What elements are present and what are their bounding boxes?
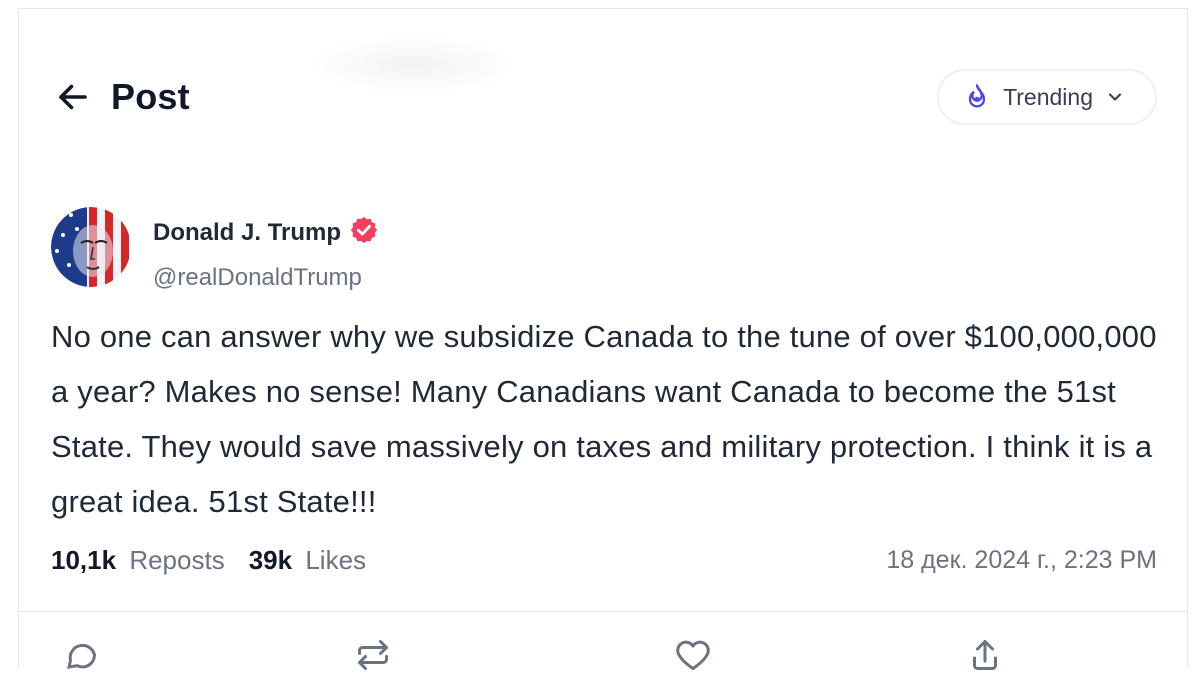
chevron-down-icon: [1105, 87, 1125, 107]
reposts-count: 10,1k: [51, 545, 117, 575]
post-header: Post Trending: [55, 67, 1157, 127]
reposts-label: Reposts: [129, 545, 225, 575]
page-title: Post: [111, 76, 190, 117]
display-name[interactable]: Donald J. Trump: [153, 219, 341, 247]
post-panel: Post Trending Donald J. Trump @realDonal…: [18, 8, 1188, 670]
likes-label: Likes: [305, 545, 367, 575]
repost-icon[interactable]: [355, 637, 395, 677]
author-block: Donald J. Trump @realDonaldTrump: [51, 207, 379, 292]
trending-label: Trending: [1003, 83, 1093, 110]
action-bar: [19, 637, 1187, 677]
arrow-left-icon[interactable]: [55, 79, 91, 115]
verified-badge-icon: [349, 215, 379, 250]
likes-count: 39k: [248, 545, 293, 575]
avatar[interactable]: [51, 207, 131, 287]
fire-icon: [963, 83, 991, 111]
post-timestamp: 18 дек. 2024 г., 2:23 PM: [886, 546, 1157, 574]
reposts-stat[interactable]: 10,1k Reposts: [51, 545, 225, 576]
likes-stat[interactable]: 39k Likes: [249, 545, 366, 576]
author-names: Donald J. Trump @realDonaldTrump: [153, 207, 379, 292]
post-stats: 10,1k Reposts 39k Likes 18 дек. 2024 г.,…: [51, 545, 1157, 576]
trending-dropdown-button[interactable]: Trending: [937, 69, 1157, 125]
handle[interactable]: @realDonaldTrump: [153, 264, 379, 292]
reply-icon[interactable]: [63, 637, 103, 677]
engagement-counts: 10,1k Reposts 39k Likes: [51, 545, 366, 576]
share-icon[interactable]: [967, 637, 1007, 677]
back-nav[interactable]: Post: [55, 76, 190, 118]
display-name-row: Donald J. Trump: [153, 215, 379, 250]
divider: [19, 611, 1187, 612]
like-icon[interactable]: [675, 637, 715, 677]
post-text: No one can answer why we subsidize Canad…: [51, 319, 1157, 519]
